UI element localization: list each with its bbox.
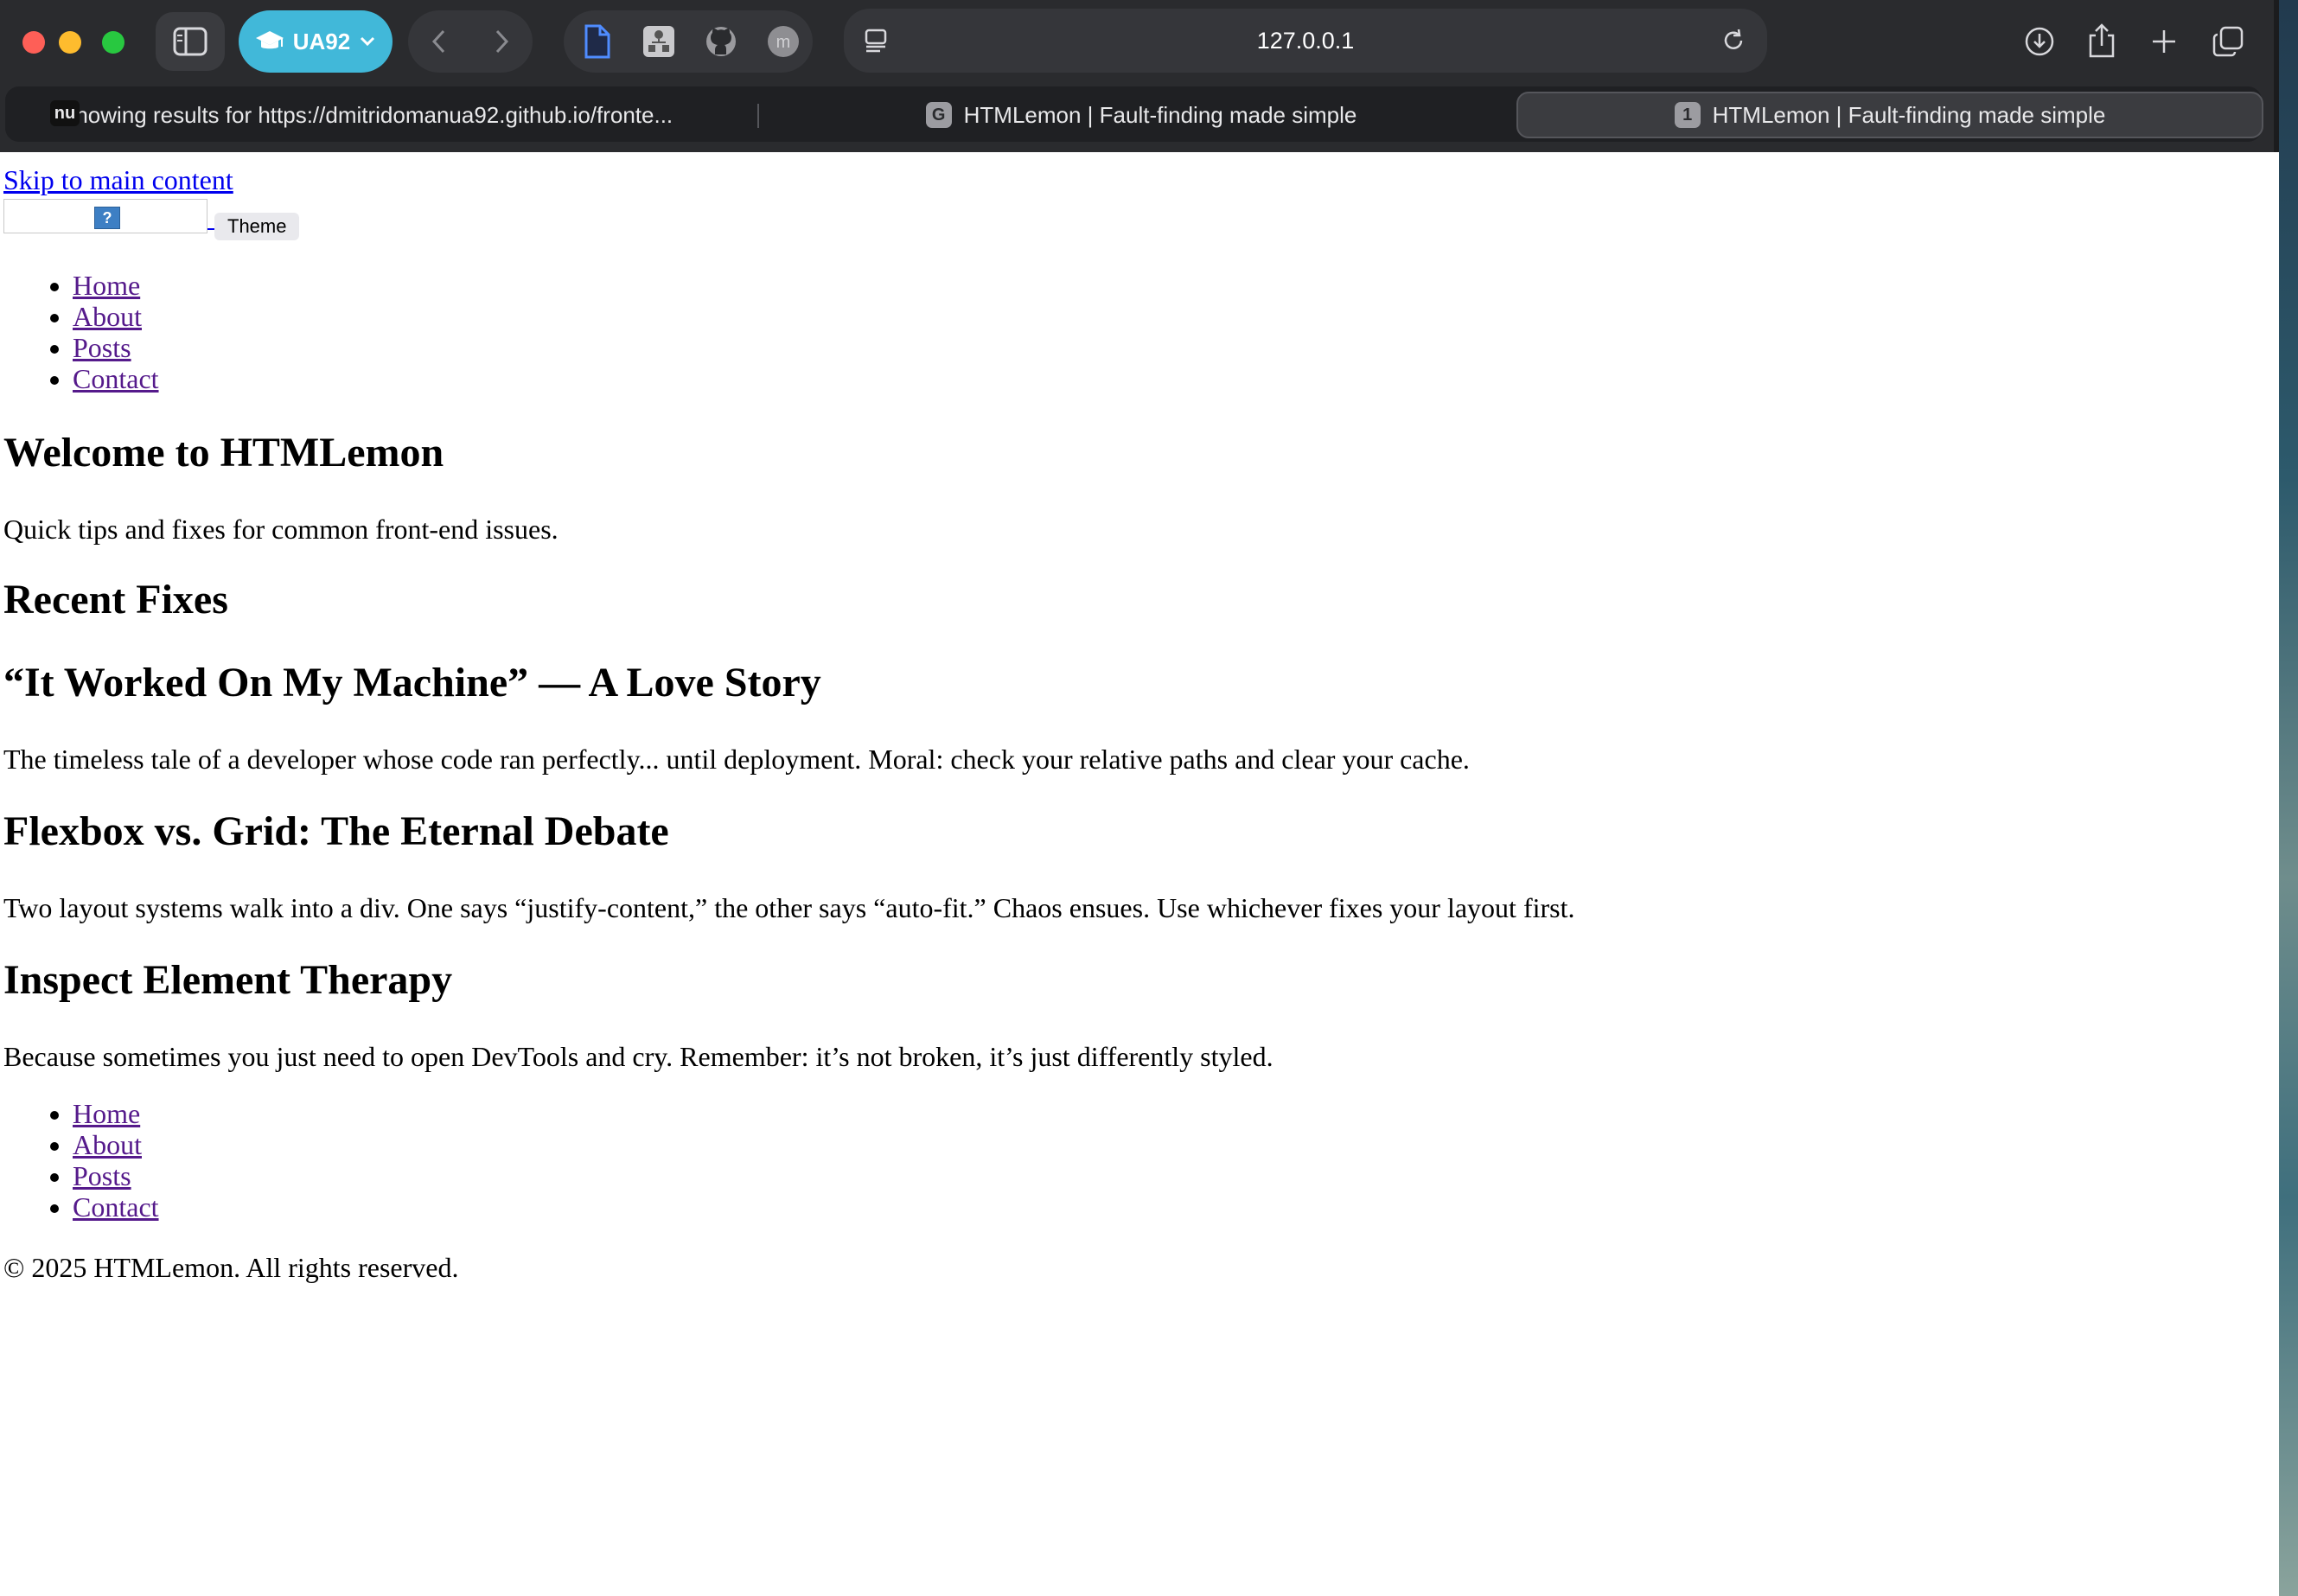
tab-label: HTMLemon | Fault-finding made simple [963, 101, 1357, 128]
skip-to-main-link[interactable]: Skip to main content [3, 164, 233, 196]
nav-link-home[interactable]: Home [73, 270, 140, 301]
tab-validator[interactable]: Showing results for https://dmitridomanu… [14, 92, 757, 138]
new-tab-button[interactable] [2142, 17, 2186, 66]
footer-link-home[interactable]: Home [73, 1098, 140, 1129]
post-title: Inspect Element Therapy [3, 957, 453, 1003]
share-button[interactable] [2080, 16, 2123, 66]
tab-label: HTMLemon | Fault-finding made simple [1712, 101, 2106, 128]
nav-link-contact[interactable]: Contact [73, 363, 159, 394]
share-icon [2089, 23, 2115, 58]
plus-icon [2153, 30, 2175, 53]
post-body: Because sometimes you just need to open … [3, 1041, 1273, 1072]
page-title: Welcome to HTMLemon [3, 430, 444, 476]
broken-image-icon: ? [94, 207, 120, 229]
profile-switcher-button[interactable]: UA92 [239, 10, 393, 73]
tab-bar: Showing results for https://dmitridomanu… [5, 86, 2263, 142]
github-icon [706, 27, 736, 56]
nav-item: Posts [73, 332, 159, 363]
address-text: 127.0.0.1 [1256, 28, 1355, 54]
header-nav: Home About Posts Contact [0, 270, 159, 394]
chevron-left-icon [431, 29, 445, 54]
tab-favicon: 1 [1674, 102, 1701, 128]
desktop-background [2279, 0, 2298, 1596]
footer-link-about[interactable]: About [73, 1129, 142, 1160]
extensions-toolbar: m [564, 10, 813, 73]
nav-link-posts[interactable]: Posts [73, 332, 131, 363]
page-subtitle: Quick tips and fixes for common front-en… [3, 514, 559, 545]
zoom-window-button[interactable] [102, 31, 124, 54]
tab-htmlemon-active[interactable]: 1 HTMLemon | Fault-finding made simple [1516, 92, 2263, 138]
sidebar-icon [173, 27, 207, 56]
close-window-button[interactable] [22, 31, 45, 54]
nav-link-about[interactable]: About [73, 301, 142, 332]
post-body: The timeless tale of a developer whose c… [3, 744, 1470, 775]
site-logo[interactable]: ? [3, 199, 207, 233]
post-body: Two layout systems walk into a div. One … [3, 892, 1575, 923]
nav-item: Posts [73, 1160, 159, 1191]
tab-overview-button[interactable] [2205, 17, 2251, 66]
downloads-button[interactable] [2018, 17, 2061, 66]
tab-htmlemon-1[interactable]: G HTMLemon | Fault-finding made simple [769, 92, 1513, 138]
tab-separator [757, 104, 759, 128]
profile-label: UA92 [292, 28, 351, 54]
extension-github-button[interactable] [702, 22, 740, 61]
tab-favicon: nu [50, 100, 80, 126]
svg-text:m: m [776, 33, 791, 52]
sidebar-toggle-button[interactable] [156, 12, 225, 71]
document-icon [584, 24, 610, 59]
back-button[interactable] [408, 10, 470, 73]
post-title: “It Worked On My Machine” — A Love Story [3, 660, 821, 705]
nav-item: Home [73, 270, 159, 301]
footer-nav: Home About Posts Contact [0, 1098, 159, 1223]
hierarchy-icon [643, 26, 674, 57]
chevron-right-icon [495, 29, 509, 54]
reload-button[interactable] [1712, 19, 1755, 62]
navigation-buttons [408, 10, 533, 73]
download-icon [2025, 27, 2054, 56]
extension-m-button[interactable]: m [764, 22, 802, 61]
address-bar[interactable]: 127.0.0.1 [844, 9, 1767, 73]
nav-item: Contact [73, 363, 159, 394]
post-title: Flexbox vs. Grid: The Eternal Debate [3, 808, 669, 854]
nav-item: Home [73, 1098, 159, 1129]
nav-item: About [73, 1129, 159, 1160]
nav-item: Contact [73, 1191, 159, 1223]
extension-document-button[interactable] [578, 22, 616, 61]
m-circle-icon: m [768, 26, 799, 57]
logo-link-underline [207, 228, 214, 230]
tab-favicon: G [925, 102, 952, 128]
extension-hierarchy-button[interactable] [640, 22, 678, 61]
web-page: Skip to main content ? Theme Home About … [0, 152, 2279, 1596]
forward-button[interactable] [470, 10, 533, 73]
footer-link-contact[interactable]: Contact [73, 1191, 159, 1223]
theme-toggle-button[interactable]: Theme [214, 213, 300, 240]
tab-label: Showing results for https://dmitridomanu… [61, 101, 673, 128]
footer-link-posts[interactable]: Posts [73, 1160, 131, 1191]
recent-fixes-heading: Recent Fixes [3, 577, 228, 622]
copyright: © 2025 HTMLemon. All rights reserved. [3, 1252, 459, 1283]
browser-chrome: UA92 m 127.0.0.1 Showing results for htt… [0, 0, 2279, 152]
nav-item: About [73, 301, 159, 332]
chevron-down-icon [361, 36, 375, 47]
graduation-cap-icon [255, 31, 284, 49]
reload-icon [1724, 29, 1743, 49]
tab-overview-icon [2212, 26, 2244, 57]
minimize-window-button[interactable] [59, 31, 81, 54]
